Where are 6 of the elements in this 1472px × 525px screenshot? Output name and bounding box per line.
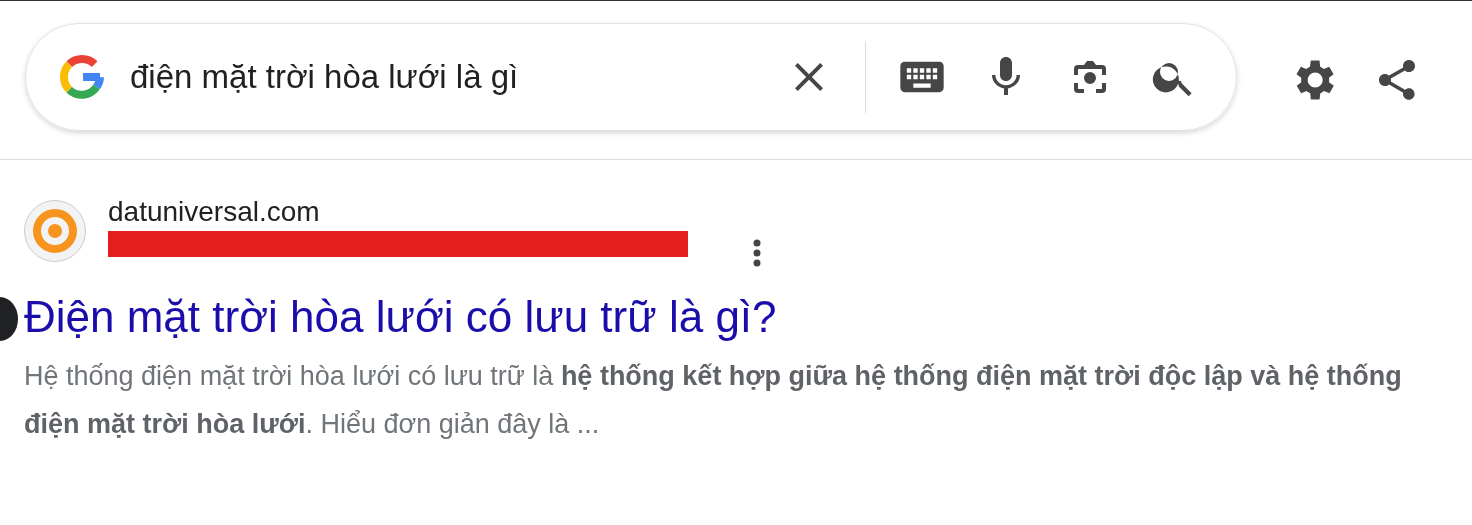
search-field[interactable]: điện mặt trời hòa lưới là gì — [128, 57, 767, 97]
site-name: datuniversal.com — [108, 195, 321, 229]
google-logo-icon — [58, 53, 106, 101]
result-title-link[interactable]: Điện mặt trời hòa lưới có lưu trữ là gì? — [24, 290, 1472, 344]
more-options-icon[interactable] — [752, 238, 762, 268]
result-snippet: Hệ thống điện mặt trời hòa lưới có lưu trữ là hệ thống kết hợp giữa hệ thống điện mặt trời độc lập và hệ thống điện mặt trời hòa lưới. Hiểu đơn giản đây là ... — [24, 360, 1403, 441]
